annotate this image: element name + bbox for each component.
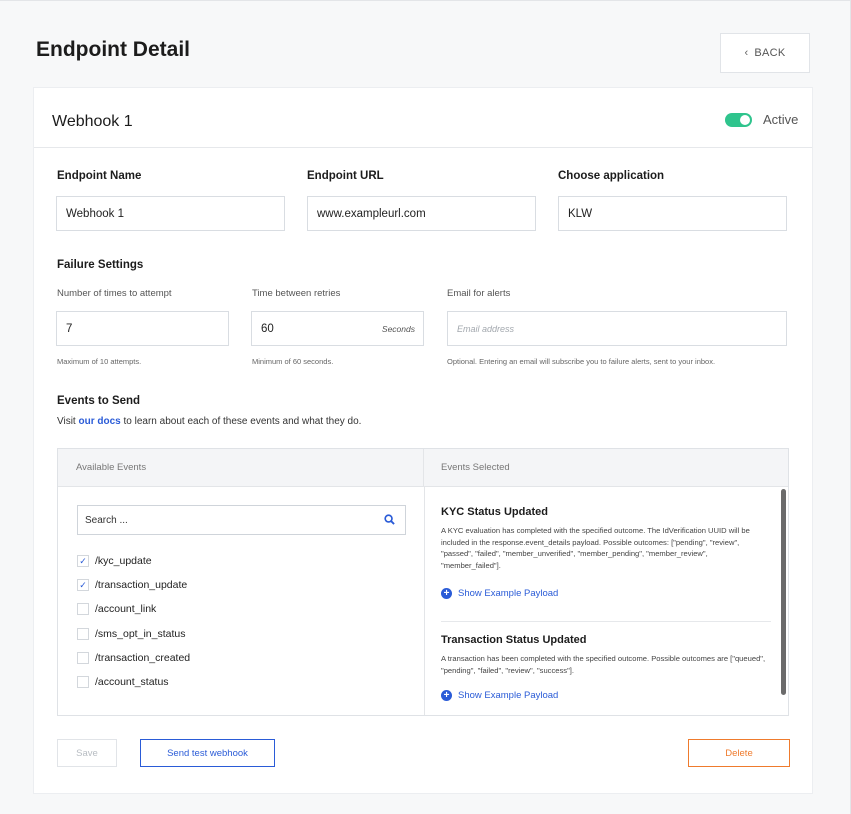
event-label: /transaction_created: [95, 652, 191, 664]
event-label: /account_link: [95, 603, 157, 615]
application-label: Choose application: [558, 170, 665, 182]
active-toggle[interactable]: [725, 113, 752, 127]
attempts-input[interactable]: 7: [56, 311, 229, 346]
chevron-left-icon: ‹: [744, 47, 749, 59]
card-header: Webhook 1 Active: [34, 88, 812, 148]
event-item-sms-opt-in-status[interactable]: /sms_opt_in_status: [77, 628, 185, 640]
email-label: Email for alerts: [447, 288, 511, 299]
back-button[interactable]: ‹ BACK: [720, 33, 810, 73]
selected-event-title: Transaction Status Updated: [441, 634, 587, 646]
event-checkbox[interactable]: [77, 628, 89, 640]
event-checkbox[interactable]: [77, 603, 89, 615]
events-selected-header: Events Selected: [424, 449, 788, 487]
event-label: /transaction_update: [95, 579, 188, 591]
check-icon[interactable]: ✓: [77, 579, 89, 591]
selected-scrollbar[interactable]: [781, 489, 786, 695]
toggle-knob: [740, 115, 750, 125]
attempts-value: 7: [66, 322, 73, 335]
search-placeholder: Search ...: [85, 514, 128, 526]
events-description: Visit our docs to learn about each of th…: [57, 416, 361, 427]
show-payload-button[interactable]: + Show Example Payload: [441, 588, 558, 599]
application-select[interactable]: KLW: [558, 196, 787, 231]
events-panel: Available Events Events Selected Search …: [57, 448, 789, 716]
event-label: /account_status: [95, 676, 169, 688]
payload-label: Show Example Payload: [458, 690, 559, 701]
available-events-header: Available Events: [58, 449, 424, 487]
save-button[interactable]: Save: [57, 739, 117, 767]
selected-divider: [441, 621, 771, 622]
email-hint: Optional. Entering an email will subscri…: [447, 357, 716, 366]
page-title: Endpoint Detail: [36, 38, 190, 61]
docs-link[interactable]: our docs: [79, 416, 121, 427]
event-checkbox[interactable]: [77, 652, 89, 664]
event-label: /sms_opt_in_status: [95, 628, 186, 640]
retries-unit: Seconds: [381, 323, 415, 334]
selected-event-description: A transaction has been completed with th…: [441, 654, 766, 675]
retries-input[interactable]: 60 Seconds: [251, 311, 424, 346]
attempts-hint: Maximum of 10 attempts.: [57, 357, 142, 366]
event-item-account-link[interactable]: /account_link: [77, 603, 156, 615]
failure-settings-heading: Failure Settings: [57, 259, 144, 271]
email-input[interactable]: Email address: [447, 311, 787, 346]
visit-prefix: Visit: [57, 416, 76, 427]
event-item-transaction-created[interactable]: /transaction_created: [77, 652, 190, 664]
retries-label: Time between retries: [252, 288, 341, 299]
endpoint-url-label: Endpoint URL: [307, 170, 384, 182]
card-title: Webhook 1: [52, 113, 133, 130]
retries-hint: Minimum of 60 seconds.: [252, 357, 334, 366]
event-item-transaction-update[interactable]: ✓ /transaction_update: [77, 579, 187, 591]
send-test-webhook-button[interactable]: Send test webhook: [140, 739, 275, 767]
active-label: Active: [763, 112, 799, 127]
event-label: /kyc_update: [95, 555, 152, 567]
visit-suffix: to learn about each of these events and …: [123, 416, 362, 427]
plus-circle-icon: +: [441, 588, 452, 599]
selected-event-title: KYC Status Updated: [441, 506, 548, 518]
payload-label: Show Example Payload: [458, 588, 559, 599]
show-payload-button[interactable]: + Show Example Payload: [441, 690, 558, 701]
event-item-account-status[interactable]: /account_status: [77, 676, 169, 688]
attempts-label: Number of times to attempt: [57, 288, 172, 299]
delete-button[interactable]: Delete: [688, 739, 790, 767]
plus-circle-icon: +: [441, 690, 452, 701]
panel-divider: [424, 487, 425, 715]
endpoint-url-input[interactable]: www.exampleurl.com: [307, 196, 536, 231]
retries-value: 60: [261, 322, 274, 335]
endpoint-name-label: Endpoint Name: [57, 170, 142, 182]
back-label: BACK: [754, 47, 786, 59]
selected-event-description: A KYC evaluation has completed with the …: [441, 526, 750, 570]
endpoint-name-input[interactable]: Webhook 1: [56, 196, 285, 231]
event-item-kyc-update[interactable]: ✓ /kyc_update: [77, 555, 152, 567]
event-search-input[interactable]: Search ...: [77, 505, 406, 535]
search-icon: [384, 514, 395, 525]
check-icon[interactable]: ✓: [77, 555, 89, 567]
event-checkbox[interactable]: [77, 676, 89, 688]
events-heading: Events to Send: [57, 395, 141, 407]
